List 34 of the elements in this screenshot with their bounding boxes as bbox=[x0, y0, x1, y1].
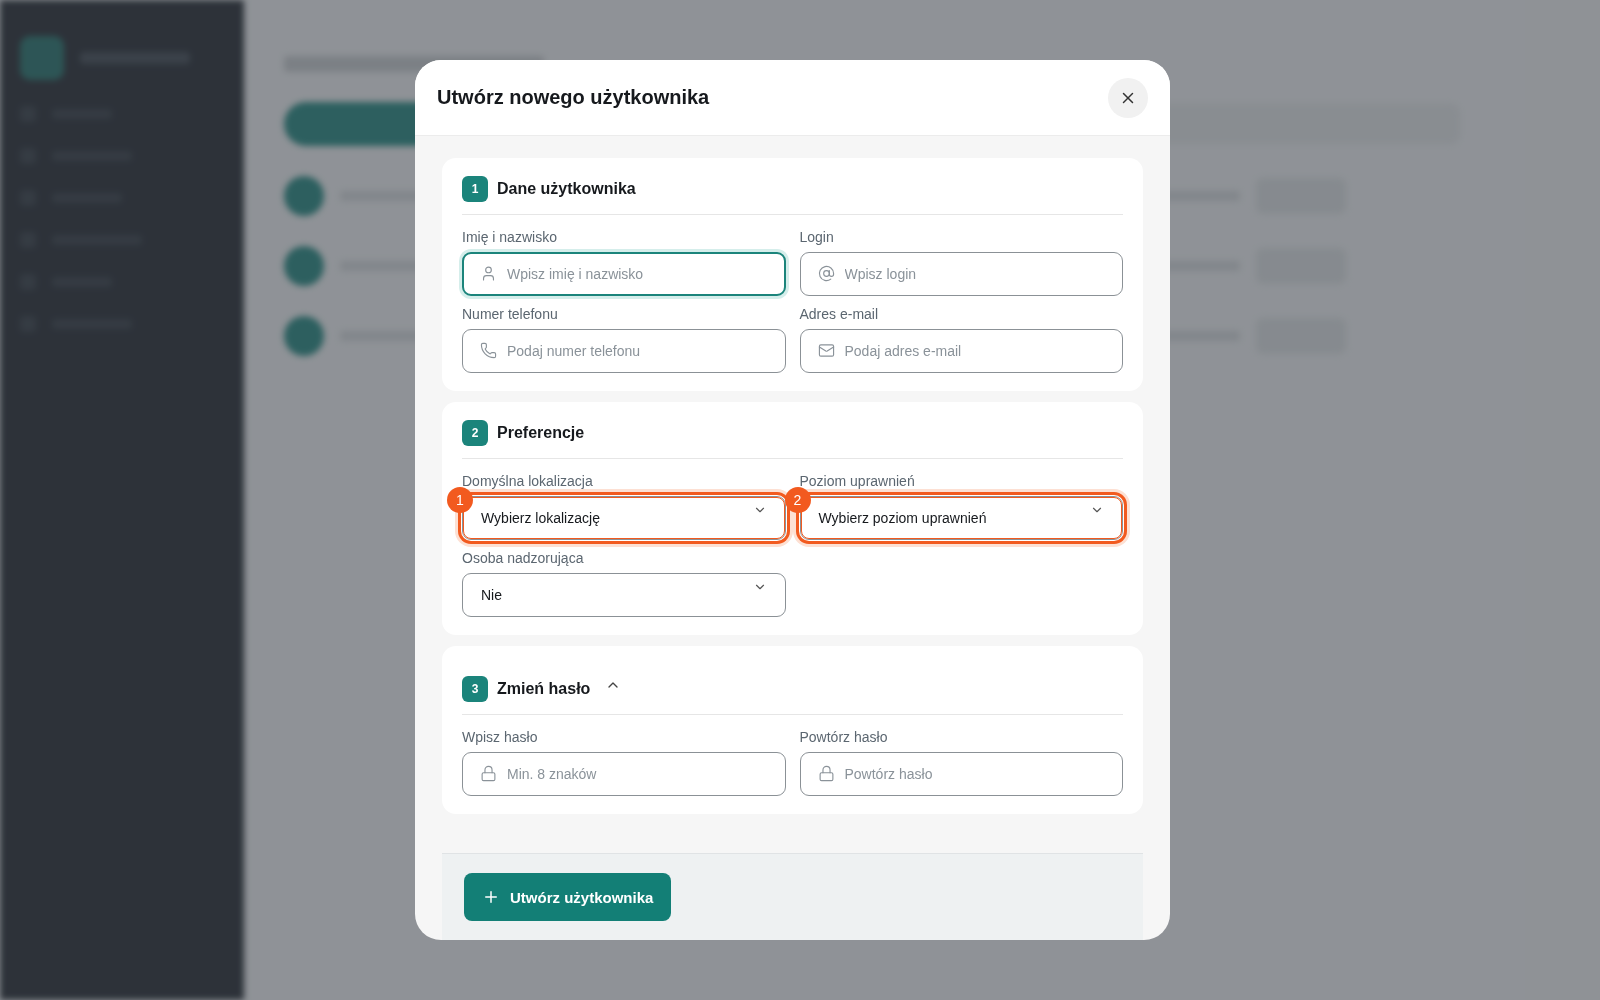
section-title: Zmień hasło bbox=[497, 680, 591, 698]
input-field[interactable]: Powtórz hasło bbox=[799, 752, 1123, 796]
create-user-button[interactable]: Utwórz użytkownika bbox=[464, 873, 672, 921]
at-sign-icon bbox=[817, 265, 835, 282]
field-label: Poziom uprawnień bbox=[799, 473, 916, 489]
field-label: Login bbox=[799, 229, 835, 245]
lock-icon bbox=[480, 765, 497, 782]
field-label: Wpisz hasło bbox=[462, 729, 539, 745]
annotation-badge: 2 bbox=[784, 487, 811, 513]
input-field[interactable]: Wpisz imię i nazwisko bbox=[462, 252, 786, 296]
step-number: 3 bbox=[462, 676, 488, 702]
close-button[interactable] bbox=[1108, 77, 1148, 118]
field-label: Osoba nadzorująca bbox=[462, 550, 585, 566]
section-title: Preferencje bbox=[497, 424, 585, 442]
field-label: Domyślna lokalizacja bbox=[462, 473, 594, 489]
section-title: Dane użytkownika bbox=[497, 180, 636, 198]
annotation-badge: 1 bbox=[447, 487, 473, 513]
envelope-icon bbox=[817, 342, 835, 359]
field-label: Imię i nazwisko bbox=[462, 229, 558, 245]
user-icon bbox=[480, 265, 497, 282]
input-field[interactable]: Podaj adres e-mail bbox=[799, 329, 1123, 373]
dialog-title: Utwórz nowego użytkownika bbox=[437, 86, 710, 109]
input-field[interactable]: Min. 8 znaków bbox=[462, 752, 786, 796]
field-label: Adres e-mail bbox=[799, 306, 880, 322]
input-field[interactable]: Podaj numer telefonu bbox=[462, 329, 786, 373]
input-field[interactable]: Wpisz login bbox=[799, 252, 1123, 296]
lock-icon bbox=[817, 765, 835, 782]
step-number: 2 bbox=[462, 420, 488, 446]
select-field[interactable]: Nie bbox=[462, 573, 786, 617]
plus-icon bbox=[482, 888, 500, 906]
phone-icon bbox=[480, 342, 497, 359]
field-label: Powtórz hasło bbox=[799, 729, 889, 745]
step-number: 1 bbox=[462, 176, 488, 202]
field-label: Numer telefonu bbox=[462, 306, 559, 322]
